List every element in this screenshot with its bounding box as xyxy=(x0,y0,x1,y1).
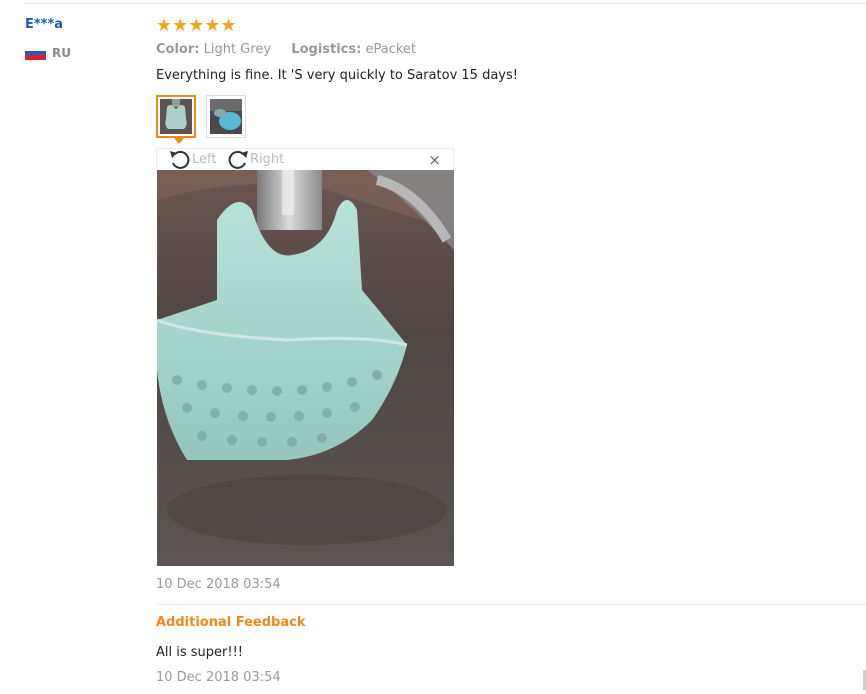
rating-stars: ★★★★★ xyxy=(156,15,237,36)
additional-feedback-date: 10 Dec 2018 03:54 xyxy=(156,670,281,685)
feedback-divider xyxy=(156,604,866,605)
color-label: Color: xyxy=(156,42,200,57)
close-icon: × xyxy=(428,151,441,169)
photo-thumbnail-1[interactable] xyxy=(156,95,196,144)
country-code: RU xyxy=(52,46,71,60)
rotate-right-button[interactable]: Right xyxy=(227,149,284,169)
rotate-left-icon xyxy=(170,150,190,169)
russia-flag-icon xyxy=(25,46,46,61)
image-viewer-toolbar: Left Right × xyxy=(156,148,454,170)
logistics-label: Logistics: xyxy=(291,42,362,57)
logistics-value: ePacket xyxy=(365,42,416,57)
reviewer-name[interactable]: E***a xyxy=(25,17,63,32)
close-viewer-button[interactable]: × xyxy=(428,151,441,169)
thumbnail-image xyxy=(210,99,242,134)
thumbnail-image xyxy=(160,99,192,134)
additional-feedback-text: All is super!!! xyxy=(156,645,244,660)
review-text: Everything is fine. It 'S very quickly t… xyxy=(156,68,518,83)
review-photo[interactable] xyxy=(157,170,454,566)
photo-thumbnail-2[interactable] xyxy=(206,95,246,138)
rotate-right-icon xyxy=(228,150,248,169)
photo-thumbnails xyxy=(156,95,246,144)
rotate-left-button[interactable]: Left xyxy=(169,149,216,169)
additional-feedback-title: Additional Feedback xyxy=(156,615,306,630)
review-date: 10 Dec 2018 03:54 xyxy=(156,577,281,592)
order-info: Color: Light Grey Logistics: ePacket xyxy=(156,42,416,57)
reviewer-country: RU xyxy=(25,46,71,61)
top-divider xyxy=(24,3,866,4)
rotate-left-label: Left xyxy=(192,151,217,167)
rotate-right-label: Right xyxy=(250,151,285,167)
star-rating: ★★★★★ xyxy=(156,16,237,36)
color-value: Light Grey xyxy=(203,42,272,57)
